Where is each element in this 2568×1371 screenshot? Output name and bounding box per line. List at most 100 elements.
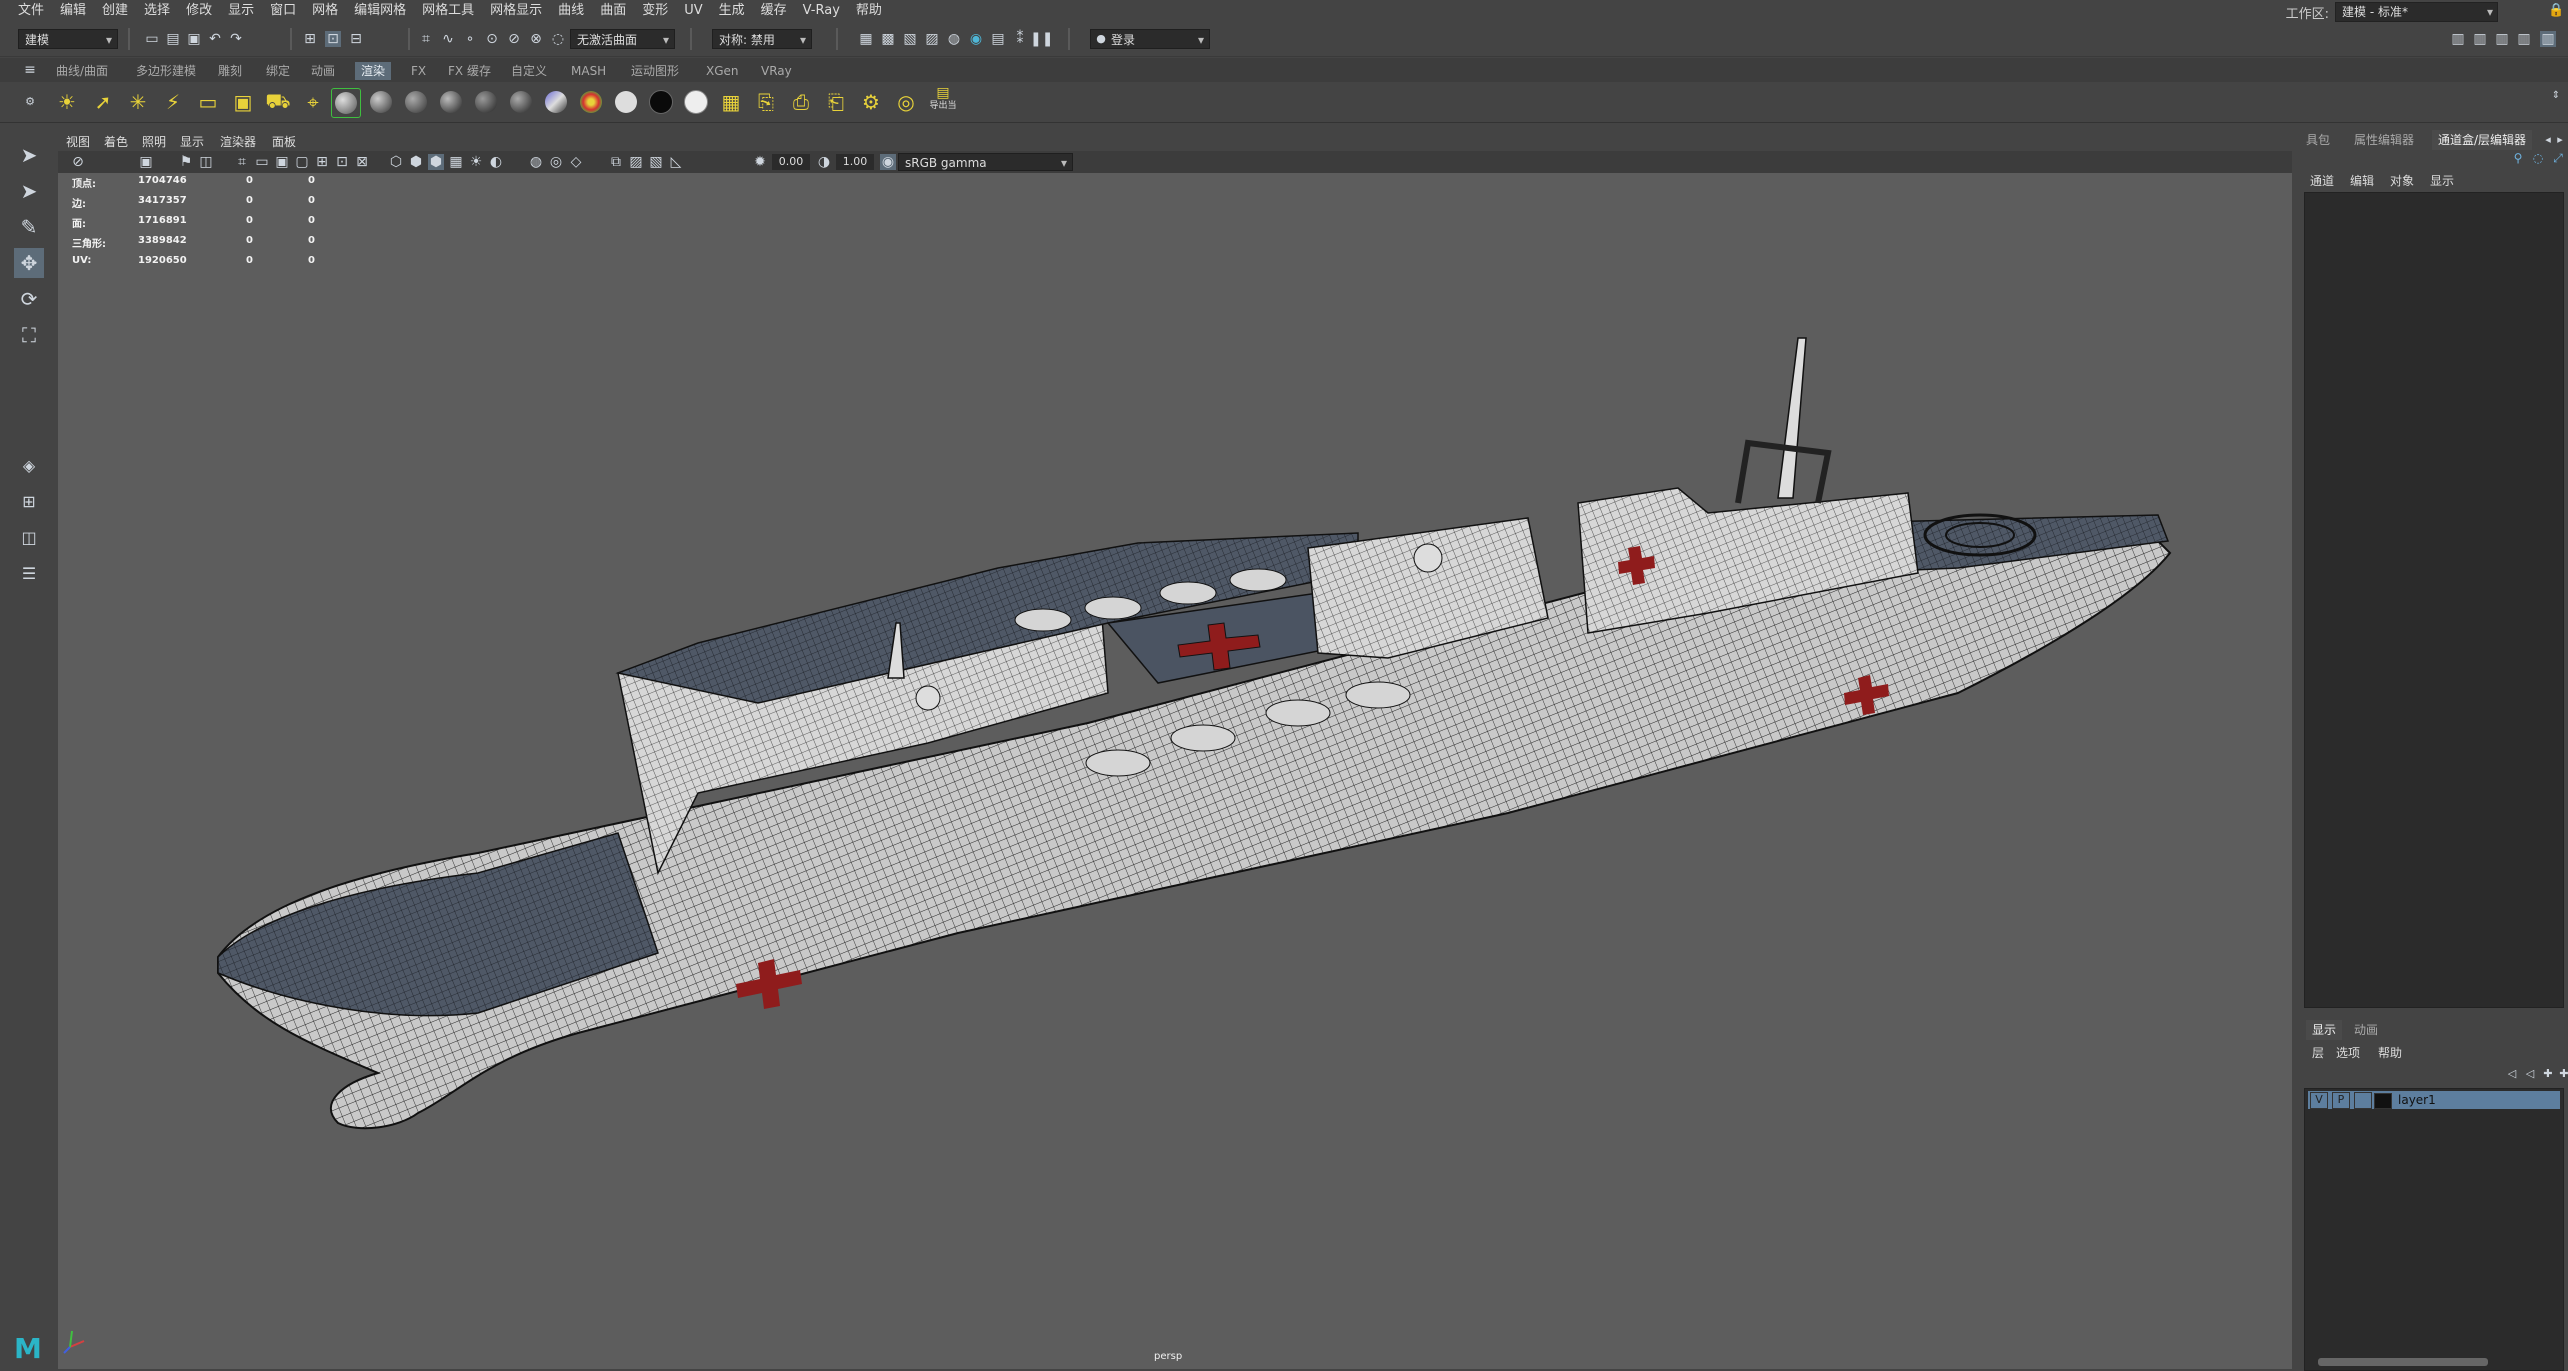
wireframe-on-shaded-icon[interactable]: ⬢ — [428, 154, 444, 170]
tab-modeling-toolkit[interactable]: 具包 — [2300, 130, 2336, 150]
shelf-tab[interactable]: 雕刻 — [212, 62, 248, 80]
menu-item[interactable]: 选择 — [136, 0, 178, 22]
grid-toggle-icon[interactable]: ⌗ — [234, 154, 250, 170]
select-component-icon[interactable]: ⊟ — [348, 31, 364, 47]
select-object-icon[interactable]: ⊡ — [325, 31, 341, 47]
live-surface-field[interactable]: 无激活曲面 — [570, 29, 675, 50]
render-view-icon[interactable]: ▦ — [858, 31, 874, 47]
channel-option-1-icon[interactable]: ⚲ — [2510, 150, 2526, 166]
hypershade-icon[interactable]: ◍ — [946, 31, 962, 47]
menu-item[interactable]: 帮助 — [848, 0, 890, 22]
isolate-select-icon[interactable]: ⧉ — [608, 154, 624, 170]
point-light-icon[interactable]: ✳ — [124, 88, 152, 116]
render-settings-shelf-icon[interactable]: ⚙ — [857, 88, 885, 116]
channel-option-2-icon[interactable]: ◌ — [2530, 150, 2546, 166]
xray-components-icon[interactable]: ◇ — [568, 154, 584, 170]
shelf-scroll-icon[interactable]: ⇕ — [2548, 88, 2564, 104]
tab-display-layers[interactable]: 显示 — [2306, 1020, 2343, 1040]
open-scene-icon[interactable]: ▤ — [165, 31, 181, 47]
menu-item[interactable]: 网格显示 — [482, 0, 550, 22]
pause-icon[interactable]: ❚❚ — [1030, 31, 1053, 47]
menu-item[interactable]: 编辑 — [52, 0, 94, 22]
layer-playback-toggle[interactable]: P — [2332, 1092, 2350, 1109]
smooth-shade-icon[interactable]: ⬢ — [408, 154, 424, 170]
viewport-menu-item[interactable]: 显示 — [180, 133, 204, 150]
tab-channel-box[interactable]: 通道盒/层编辑器 — [2432, 130, 2533, 150]
xray-joints-icon[interactable]: ◎ — [548, 154, 564, 170]
viewport-menu-item[interactable]: 照明 — [142, 133, 166, 150]
spot-light-icon[interactable]: ⚡ — [159, 88, 187, 116]
four-view-icon[interactable]: ⊞ — [14, 486, 44, 516]
ambient-light-icon[interactable]: ☀ — [53, 88, 81, 116]
snap-grid-icon[interactable]: ⌗ — [418, 31, 434, 47]
channel-option-3-icon[interactable]: ⤢ — [2550, 150, 2566, 166]
shelf-tab[interactable]: 多边形建模 — [130, 62, 202, 80]
layer-color-swatch[interactable] — [2374, 1093, 2392, 1109]
use-background-icon[interactable] — [682, 88, 710, 116]
menu-item[interactable]: 创建 — [94, 0, 136, 22]
screen-space-ao-icon[interactable]: ▨ — [628, 154, 644, 170]
export-icon[interactable]: ▤ 导出当 — [926, 84, 960, 112]
layer-name[interactable]: layer1 — [2398, 1091, 2436, 1109]
undo-icon[interactable]: ↶ — [207, 31, 223, 47]
shelf-tab[interactable]: MASH — [565, 62, 612, 80]
select-hierarchy-icon[interactable]: ⊞ — [302, 31, 318, 47]
viewport-menu-item[interactable]: 着色 — [104, 133, 128, 150]
panel-toggle-1-icon[interactable]: ▥ — [2450, 31, 2466, 47]
snap-curve-icon[interactable]: ∿ — [440, 31, 456, 47]
camera-aim-icon[interactable]: ⌖ — [299, 88, 327, 116]
lambert-shader-icon[interactable] — [402, 88, 430, 116]
ipr-render-icon[interactable]: ▧ — [902, 31, 918, 47]
safe-action-icon[interactable]: ⊡ — [334, 154, 350, 170]
move-layer-up-icon[interactable]: ◁ — [2504, 1066, 2520, 1082]
single-perspective-icon[interactable]: ◈ — [14, 450, 44, 480]
xray-icon[interactable]: ◍ — [528, 154, 544, 170]
menu-help[interactable]: 帮助 — [2378, 1044, 2402, 1061]
colorspace-dropdown[interactable]: sRGB gamma — [898, 153, 1073, 172]
menu-item[interactable]: 窗口 — [262, 0, 304, 22]
menu-item[interactable]: 网格工具 — [414, 0, 482, 22]
new-scene-icon[interactable]: ▭ — [144, 31, 160, 47]
color-management-icon[interactable]: ◉ — [880, 154, 896, 170]
resolution-gate-icon[interactable]: ▣ — [274, 154, 290, 170]
panel-next-icon[interactable]: ▸ — [2552, 132, 2568, 148]
panel-toggle-3-icon[interactable]: ▥ — [2494, 31, 2510, 47]
perspective-viewport[interactable]: 顶点: 1704746 0 0 边: 3417357 0 0 面: 1716891 0 0 三角形: 33… — [58, 173, 2292, 1369]
new-layer-selected-icon[interactable]: ✚ — [2556, 1066, 2568, 1082]
render-settings-icon[interactable]: ▨ — [924, 31, 940, 47]
render-current-icon[interactable]: ▦ — [717, 88, 745, 116]
menu-item[interactable]: 生成 — [711, 0, 753, 22]
menu-item[interactable]: V-Ray — [795, 0, 848, 22]
camera-attr-icon[interactable]: ▣ — [138, 154, 154, 170]
shelf-tab[interactable]: 渲染 — [355, 62, 392, 80]
film-gate-icon[interactable]: ▭ — [254, 154, 270, 170]
menu-channels[interactable]: 通道 — [2310, 172, 2334, 189]
surface-shader-black-icon[interactable] — [647, 88, 675, 116]
volume-light-icon[interactable]: ▣ — [229, 88, 257, 116]
hypershade-shelf-icon[interactable]: ◎ — [892, 88, 920, 116]
viewport-menu-item[interactable]: 视图 — [66, 133, 90, 150]
layered-shader-icon[interactable] — [542, 88, 570, 116]
safe-title-icon[interactable]: ⊠ — [354, 154, 370, 170]
vray-render-icon[interactable]: ◉ — [968, 31, 984, 47]
tab-anim-layers[interactable]: 动画 — [2348, 1020, 2384, 1040]
ipr-icon[interactable]: ⎘ — [752, 88, 780, 116]
menu-item[interactable]: 网格 — [304, 0, 346, 22]
panel-toggle-5-icon[interactable]: ▥ — [2540, 31, 2556, 47]
shelf-options-icon[interactable]: ⚙ — [22, 94, 38, 110]
panel-toggle-2-icon[interactable]: ▥ — [2472, 31, 2488, 47]
exposure-field[interactable]: 0.00 — [772, 154, 810, 170]
phong-shader-icon[interactable] — [437, 88, 465, 116]
standard-surface-icon[interactable] — [331, 88, 361, 118]
wireframe-icon[interactable]: ⬡ — [388, 154, 404, 170]
menu-item[interactable]: 曲面 — [592, 0, 634, 22]
hospital-ship-model[interactable] — [58, 173, 2292, 1369]
ramp-shader-icon[interactable] — [577, 88, 605, 116]
shelf-menu-icon[interactable]: ≡ — [22, 62, 38, 78]
anti-aliasing-icon[interactable]: ◺ — [668, 154, 684, 170]
motion-blur-icon[interactable]: ▧ — [648, 154, 664, 170]
select-icon[interactable]: ➤ — [14, 140, 44, 170]
shelf-tab[interactable]: FX 缓存 — [442, 62, 497, 80]
save-scene-icon[interactable]: ▣ — [186, 31, 202, 47]
shelf-tab[interactable]: 运动图形 — [625, 62, 685, 80]
